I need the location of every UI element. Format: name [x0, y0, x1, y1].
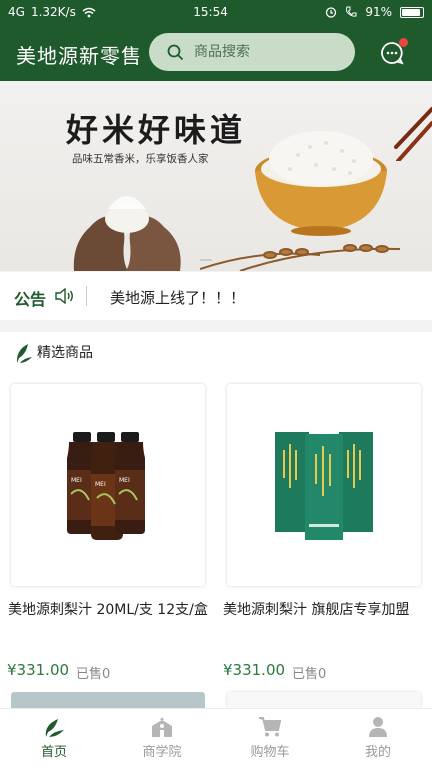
product-image[interactable] — [227, 692, 421, 708]
product-sold-count: 已售0 — [76, 667, 111, 682]
product-card[interactable]: MEI MEI MEI 美地源刺梨汁 20ML/支 12支/盒 ¥331.00 … — [0, 372, 216, 708]
hands-with-rice-graphic — [73, 196, 181, 271]
status-bar: 4G 1.32K/s 15:54 91% — [0, 0, 432, 24]
product-price: ¥331.00 — [7, 661, 70, 679]
juice-bottles-image: MEI MEI MEI — [67, 432, 145, 540]
banner-title: 好米好味道 — [66, 111, 247, 149]
product-image[interactable]: MEI MEI MEI — [11, 384, 205, 586]
top-band: 4G 1.32K/s 15:54 91% 美地源新零售 — [0, 0, 432, 81]
search-bar[interactable] — [149, 33, 355, 71]
product-image[interactable] — [11, 692, 205, 708]
signal-indicator: 4G — [8, 5, 25, 19]
tab-home[interactable]: 首页 — [0, 709, 108, 768]
tab-school[interactable]: 商学院 — [108, 709, 216, 768]
section-header: 精选商品 — [0, 332, 432, 372]
battery-icon — [400, 6, 424, 18]
product-name[interactable]: 美地源刺梨汁 20ML/支 12支/盒 — [8, 599, 208, 622]
brand-title: 美地源新零售 — [16, 44, 142, 68]
speaker-icon — [55, 288, 73, 304]
leaf-icon — [16, 344, 32, 363]
message-button[interactable] — [380, 38, 408, 67]
cart-icon — [259, 717, 282, 737]
alarm-icon — [326, 7, 337, 18]
tab-label: 商学院 — [142, 745, 182, 760]
promo-banner[interactable]: 好米好味道 品味五常香米，乐享饭香人家 — [0, 81, 432, 271]
wheat-graphic — [200, 244, 401, 271]
featured-products: 精选商品 MEI MEI MEI 美地源刺梨汁 20ML/支 12支/盒 ¥33… — [0, 332, 432, 708]
unread-badge — [399, 38, 408, 47]
wifi-icon — [82, 7, 96, 17]
svg-text:MEI: MEI — [119, 477, 130, 484]
notice-bar[interactable]: 公告 美地源上线了！！！ — [0, 272, 432, 320]
app-screen: 4G 1.32K/s 15:54 91% 美地源新零售 商品搜索 好米好味道 品… — [0, 0, 432, 768]
product-card[interactable]: 美地源刺梨汁 旗舰店专享加盟 ¥331.00 已售0 — [216, 372, 432, 708]
user-icon — [369, 717, 387, 737]
clock: 15:54 — [193, 5, 228, 19]
call-icon — [346, 6, 357, 17]
product-price: ¥331.00 — [223, 661, 286, 679]
section-title: 精选商品 — [37, 345, 93, 361]
tab-label: 我的 — [364, 745, 391, 760]
bottom-tab-bar: 首页 商学院 购物车 我的 — [0, 708, 432, 768]
svg-text:MEI: MEI — [71, 477, 82, 484]
svg-text:MEI: MEI — [95, 481, 106, 488]
carousel-indicator[interactable] — [200, 259, 212, 261]
battery-percent: 91% — [365, 5, 392, 19]
notice-divider — [86, 286, 87, 306]
tab-cart[interactable]: 购物车 — [216, 709, 324, 768]
network-speed: 1.32K/s — [30, 5, 76, 19]
app-header: 美地源新零售 — [0, 24, 432, 81]
tab-profile[interactable]: 我的 — [324, 709, 432, 768]
product-sold-count: 已售0 — [292, 667, 327, 682]
product-name[interactable]: 美地源刺梨汁 旗舰店专享加盟 — [223, 599, 423, 622]
juice-sachets-image — [275, 432, 373, 540]
school-icon — [152, 717, 172, 737]
search-icon — [167, 44, 184, 60]
home-leaf-icon — [45, 719, 64, 737]
product-image[interactable] — [227, 384, 421, 586]
search-input[interactable] — [194, 44, 334, 60]
notice-tag: 公告 — [14, 290, 47, 309]
tab-label: 购物车 — [250, 745, 290, 760]
tab-label: 首页 — [40, 745, 67, 760]
chopsticks-graphic — [394, 107, 432, 161]
notice-text: 美地源上线了！！！ — [110, 289, 246, 307]
banner-subtitle: 品味五常香米，乐享饭香人家 — [72, 153, 209, 165]
